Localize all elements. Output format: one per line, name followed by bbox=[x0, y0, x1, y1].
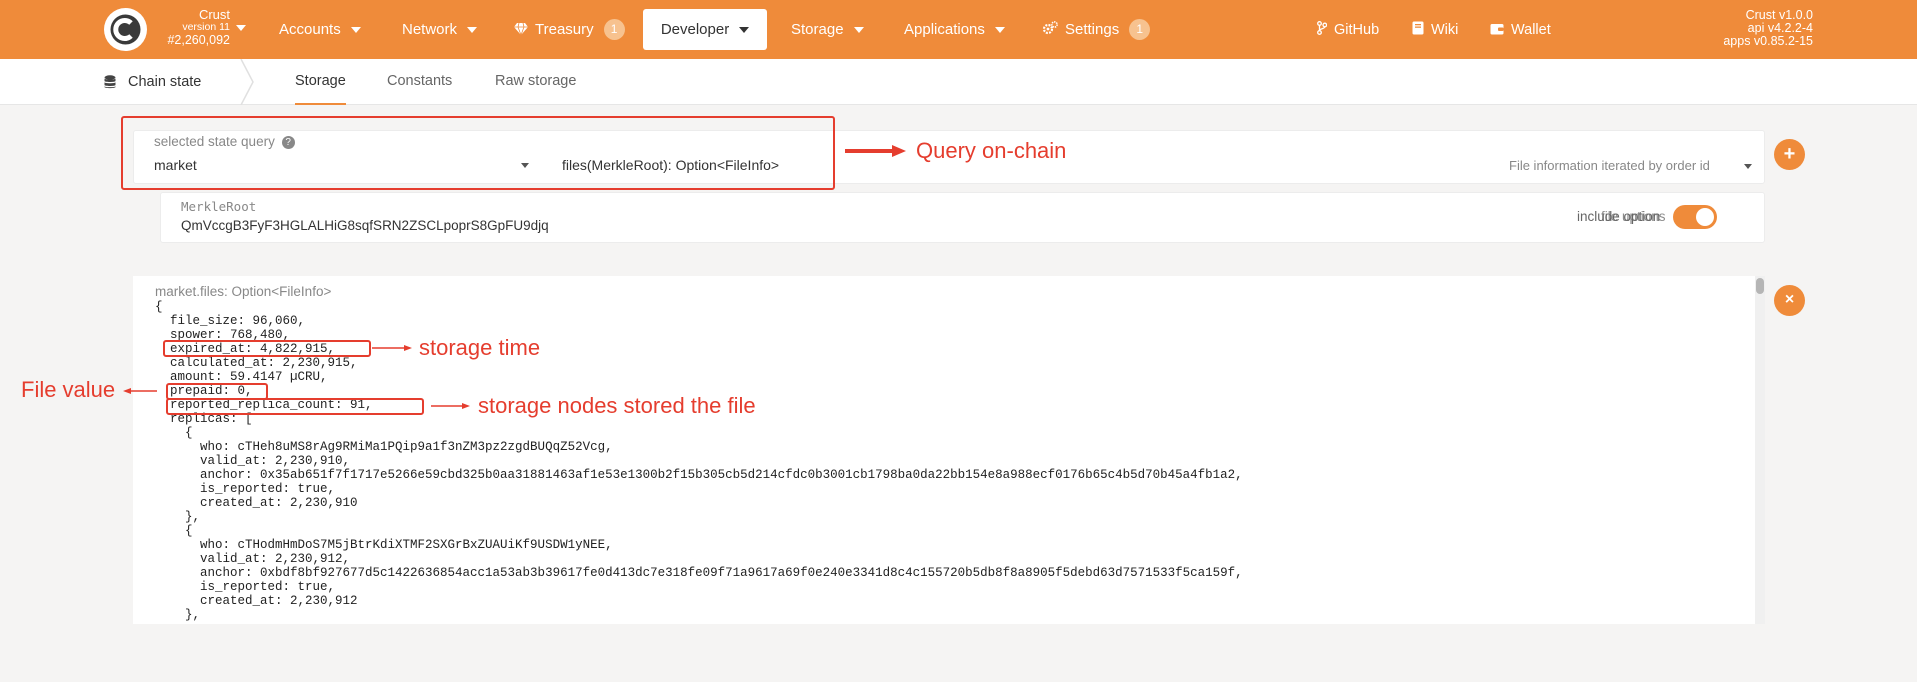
query-on-chain-annotation: Query on-chain bbox=[916, 138, 1067, 163]
file-value-annotation: File value bbox=[21, 377, 116, 402]
annotation-arrows bbox=[123, 145, 906, 409]
storage-nodes-annotation: storage nodes stored the file bbox=[478, 393, 756, 418]
storage-time-annotation: storage time bbox=[419, 335, 541, 360]
